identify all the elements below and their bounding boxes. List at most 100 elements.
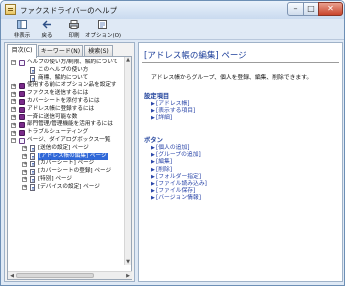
tree-item-label[interactable]: [送信の設定] ページ — [38, 145, 89, 153]
help-link[interactable]: ▶ [ファイル読み込み] — [151, 181, 207, 188]
closed-book-icon — [19, 98, 25, 105]
page-icon — [30, 184, 35, 191]
closed-book-icon — [19, 122, 25, 129]
help-link[interactable]: ▶ [個人の追加] — [151, 145, 190, 152]
help-link-label[interactable]: [表示する項目] — [156, 108, 195, 114]
tree-item[interactable]: + アドレス帳に登録するには — [8, 106, 125, 114]
page-icon — [30, 176, 35, 183]
contents-tree[interactable]: − ヘルプの使い方/制限、解約について このヘルプの使い方 商標、解約について + 使用す… — [8, 59, 125, 256]
tree-item[interactable]: + [送信の設定] ページ — [8, 145, 125, 153]
help-app-icon — [5, 4, 16, 15]
tree-item[interactable]: + [カバーシートの登録] ページ — [8, 168, 125, 176]
tree-item[interactable]: + [カバーシート] ページ — [8, 160, 125, 168]
help-link-label[interactable]: [詳細] — [156, 115, 172, 121]
help-link-label[interactable]: [ファイル読み込み] — [156, 181, 207, 187]
page-description: アドレス帳からグループ、個人を登録、編集、削除できます。 — [151, 75, 313, 81]
link-arrow-icon: ▶ — [151, 145, 155, 151]
maximize-button[interactable]: □ — [303, 2, 319, 16]
tree-item-label[interactable]: アドレス帳に登録するには — [27, 106, 94, 114]
tree-item[interactable]: + カバーシートを添付するには — [8, 98, 125, 106]
tree-horizontal-scrollbar[interactable]: ◀ ▶ — [8, 271, 132, 279]
tree-vertical-scrollbar[interactable]: ▲ ▼ — [124, 57, 131, 265]
collapse-minus-icon[interactable]: − — [11, 138, 16, 144]
tree-item-label[interactable]: [カバーシート] ページ — [38, 160, 94, 168]
expand-plus-icon[interactable]: + — [22, 161, 27, 167]
tree-item-label[interactable]: このヘルプの使い方 — [38, 67, 88, 75]
tree-item-label[interactable]: [特別] ページ — [38, 176, 72, 184]
closed-book-icon — [19, 83, 25, 90]
expand-plus-icon[interactable]: + — [11, 91, 16, 97]
help-link[interactable]: ▶ [バージョン情報] — [151, 195, 201, 202]
tree-item-label[interactable]: ファクスを送信するには — [27, 90, 88, 98]
horizontal-scroll-thumb[interactable] — [16, 273, 94, 278]
options-icon — [98, 20, 107, 29]
expand-plus-icon[interactable]: + — [11, 99, 16, 105]
open-book-icon — [19, 137, 25, 144]
help-link-label[interactable]: [削除] — [156, 167, 172, 173]
help-link-label[interactable]: [バージョン情報] — [156, 195, 201, 201]
expand-plus-icon[interactable]: + — [11, 122, 16, 128]
tree-item[interactable]: + [特別] ページ — [8, 176, 125, 184]
tree-item-label[interactable]: [カバーシートの登録] ページ — [38, 168, 111, 176]
collapse-minus-icon[interactable]: − — [11, 60, 16, 66]
tree-item-label[interactable]: ページ、ダイアログボックス一覧 — [27, 137, 110, 145]
help-link-label[interactable]: [編集] — [156, 159, 172, 165]
expand-plus-icon[interactable]: + — [22, 185, 27, 191]
expand-plus-icon[interactable]: + — [11, 114, 16, 120]
expand-plus-icon[interactable]: + — [22, 177, 27, 183]
page-icon — [30, 75, 35, 82]
tree-item[interactable]: + トラブルシューティング — [8, 129, 125, 137]
link-arrow-icon: ▶ — [151, 195, 155, 202]
help-link[interactable]: ▶ [アドレス帳] — [151, 101, 190, 108]
link-arrow-icon: ▶ — [151, 152, 155, 159]
expand-plus-icon[interactable]: + — [11, 107, 16, 113]
minimize-button[interactable]: – — [287, 2, 304, 16]
tree-item[interactable]: このヘルプの使い方 — [8, 67, 125, 75]
help-link-label[interactable]: [フォルダー指定] — [156, 174, 201, 180]
help-link[interactable]: ▶ [フォルダー指定] — [151, 174, 201, 181]
expand-plus-icon[interactable]: + — [22, 169, 27, 175]
content-pane: [アドレス帳の編集] ページ アドレス帳からグループ、個人を登録、編集、削除でき… — [138, 42, 343, 282]
toolbar: 非表示 戻る 印刷 オプション(O) — [1, 19, 344, 40]
help-link[interactable]: ▶ [詳細] — [151, 115, 172, 122]
scroll-right-arrow-icon[interactable]: ▶ — [125, 273, 131, 279]
page-icon — [30, 160, 35, 168]
link-arrow-icon: ▶ — [151, 101, 155, 107]
help-link-label[interactable]: [アドレス帳] — [156, 101, 190, 107]
expand-plus-icon[interactable]: + — [11, 130, 16, 136]
expand-plus-icon[interactable]: + — [11, 83, 16, 89]
closed-book-icon — [19, 106, 25, 113]
tree-item[interactable]: + [デバイスの設定] ページ — [8, 184, 125, 192]
scroll-up-arrow-icon[interactable]: ▲ — [125, 57, 131, 63]
close-button[interactable]: ✕ — [318, 2, 343, 16]
scroll-left-arrow-icon[interactable]: ◀ — [9, 273, 15, 279]
tree-item-label[interactable]: トラブルシューティング — [27, 129, 88, 137]
help-link[interactable]: ▶ [編集] — [151, 159, 172, 166]
tree-item-label[interactable]: カバーシートを添付するには — [27, 98, 100, 106]
scroll-down-arrow-icon[interactable]: ▼ — [125, 259, 131, 265]
link-arrow-icon: ▶ — [151, 173, 155, 180]
title-bar[interactable]: ファクスドライバーのヘルプ – □ ✕ — [1, 1, 344, 19]
page-icon — [30, 67, 35, 74]
options-button[interactable]: オプション(O) — [85, 20, 121, 40]
tab-contents[interactable]: 目次(C) — [7, 44, 37, 58]
link-arrow-icon: ▶ — [151, 181, 155, 187]
tree-item[interactable]: − ヘルプの使い方/制限、解約について — [8, 59, 125, 67]
closed-book-icon — [19, 90, 25, 97]
closed-book-icon — [19, 129, 25, 136]
hide-pane-icon — [17, 20, 27, 29]
expand-plus-icon[interactable]: + — [22, 146, 27, 152]
help-link-label[interactable]: [グループの追加] — [156, 152, 201, 158]
tree-item[interactable]: + 部門管理/管理機能を活用するには — [8, 121, 125, 129]
tree-item[interactable]: − ページ、ダイアログボックス一覧 — [8, 137, 125, 145]
help-link-label[interactable]: [個人の追加] — [156, 145, 190, 151]
expand-plus-icon[interactable]: + — [22, 153, 27, 159]
tree-item-label[interactable]: ヘルプの使い方/制限、解約について — [27, 59, 118, 67]
tree-item[interactable]: + ファクスを送信するには — [8, 90, 125, 98]
page-icon — [30, 168, 35, 176]
help-link[interactable]: ▶ [削除] — [151, 167, 172, 174]
tree-item-label[interactable]: [デバイスの設定] ページ — [38, 184, 100, 192]
help-link-label[interactable]: [ファイル保存] — [156, 188, 195, 194]
back-arrow-icon — [42, 20, 51, 29]
tree-item-label[interactable]: 部門管理/管理機能を活用するには — [27, 121, 113, 129]
